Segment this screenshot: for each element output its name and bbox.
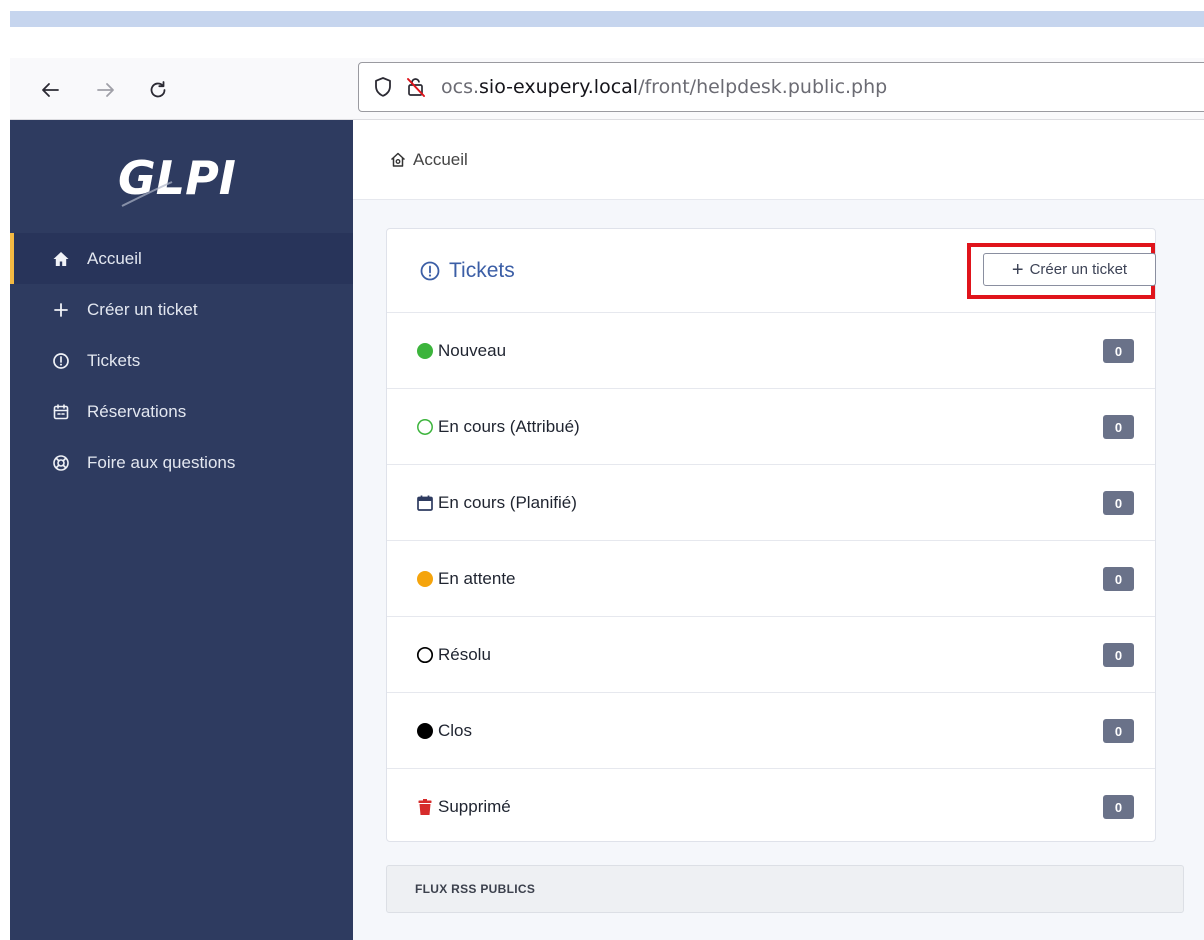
sidebar: GLPI Accueil Créer un ticket Tickets Rés… [10, 120, 353, 940]
status-label: Clos [438, 720, 473, 740]
url-domain: sio-exupery.local [479, 76, 639, 98]
sidebar-item-label: Réservations [87, 401, 187, 421]
status-label: Résolu [438, 644, 491, 664]
browser-top-strip [10, 11, 1204, 27]
plus-icon [52, 301, 70, 319]
url-prefix: ocs. [441, 76, 480, 98]
status-label: En cours (Attribué) [438, 416, 580, 436]
status-count-badge: 0 [1103, 643, 1134, 667]
status-label: Supprimé [438, 797, 511, 816]
main-content: Accueil Tickets + Créer un ticket Nouvea… [353, 120, 1204, 940]
sidebar-item-label: Tickets [87, 350, 141, 370]
arrow-right-icon [97, 83, 114, 97]
status-count-badge: 0 [1103, 795, 1134, 819]
status-count-badge: 0 [1103, 567, 1134, 591]
breadcrumb: Accueil [353, 120, 1204, 200]
back-button[interactable] [34, 74, 66, 106]
reload-icon [150, 81, 166, 98]
filled-circle-icon [416, 722, 434, 740]
sidebar-item-label: Accueil [87, 248, 142, 268]
sidebar-item-label: Foire aux questions [87, 452, 236, 472]
insecure-lock-icon [407, 78, 425, 97]
rss-feeds-header[interactable]: FLUX RSS PUBLICS [386, 865, 1184, 913]
status-label: En cours (Planifié) [438, 492, 577, 512]
shield-icon [375, 77, 391, 97]
url-path: /front/helpdesk.public.php [638, 76, 888, 98]
ticket-status-row-planifie[interactable]: En cours (Planifié) 0 [387, 465, 1155, 541]
status-label: En attente [438, 568, 516, 588]
trash-icon [416, 798, 434, 816]
sidebar-item-label: Créer un ticket [87, 299, 198, 319]
ticket-status-row-nouveau[interactable]: Nouveau 0 [387, 313, 1155, 389]
tickets-title: Tickets [419, 259, 515, 283]
tickets-card-header: Tickets + Créer un ticket [387, 229, 1156, 313]
status-label: Nouveau [438, 340, 507, 360]
glpi-logo[interactable]: GLPI [114, 146, 254, 208]
tickets-title-text: Tickets [449, 258, 515, 282]
alert-circle-icon [52, 352, 70, 370]
ticket-status-row-attribue[interactable]: En cours (Attribué) 0 [387, 389, 1155, 465]
filled-circle-icon [416, 342, 434, 360]
reload-button[interactable] [142, 74, 174, 106]
arrow-left-icon [42, 83, 59, 97]
url-text[interactable]: ocs.sio-exupery.local/front/helpdesk.pub… [441, 76, 887, 98]
sidebar-menu: Accueil Créer un ticket Tickets Réservat… [10, 233, 353, 488]
home-outline-icon [389, 151, 407, 169]
sidebar-item-accueil[interactable]: Accueil [10, 233, 353, 284]
plus-icon: + [1011, 258, 1024, 281]
filled-circle-icon [416, 570, 434, 588]
ticket-status-row-resolu[interactable]: Résolu 0 [387, 617, 1155, 693]
calendar-icon [52, 403, 70, 421]
calendar-icon [416, 494, 434, 512]
status-count-badge: 0 [1103, 491, 1134, 515]
outline-circle-icon [416, 418, 434, 436]
status-count-badge: 0 [1103, 339, 1134, 363]
status-count-badge: 0 [1103, 719, 1134, 743]
forward-button[interactable] [90, 74, 122, 106]
rss-title: FLUX RSS PUBLICS [415, 882, 536, 896]
logo-text: GLPI [118, 151, 236, 205]
browser-toolbar: ocs.sio-exupery.local/front/helpdesk.pub… [10, 58, 1204, 120]
alert-circle-icon [419, 260, 441, 282]
sidebar-item-creer-ticket[interactable]: Créer un ticket [10, 284, 353, 335]
ticket-status-row-attente[interactable]: En attente 0 [387, 541, 1155, 617]
tickets-card: Tickets + Créer un ticket Nouveau 0 En c… [386, 228, 1156, 842]
sidebar-item-faq[interactable]: Foire aux questions [10, 437, 353, 488]
status-count-badge: 0 [1103, 415, 1134, 439]
breadcrumb-home-link[interactable]: Accueil [413, 150, 468, 170]
url-bar[interactable]: ocs.sio-exupery.local/front/helpdesk.pub… [358, 62, 1204, 112]
create-ticket-button[interactable]: + Créer un ticket [983, 253, 1156, 286]
ticket-status-row-clos[interactable]: Clos 0 [387, 693, 1155, 769]
ticket-status-row-supprime[interactable]: Supprimé 0 [387, 769, 1155, 845]
create-ticket-label: Créer un ticket [1029, 261, 1128, 278]
home-icon [52, 250, 70, 268]
sidebar-item-reservations[interactable]: Réservations [10, 386, 353, 437]
lifebuoy-icon [52, 454, 70, 472]
sidebar-item-tickets[interactable]: Tickets [10, 335, 353, 386]
outline-circle-icon [416, 646, 434, 664]
